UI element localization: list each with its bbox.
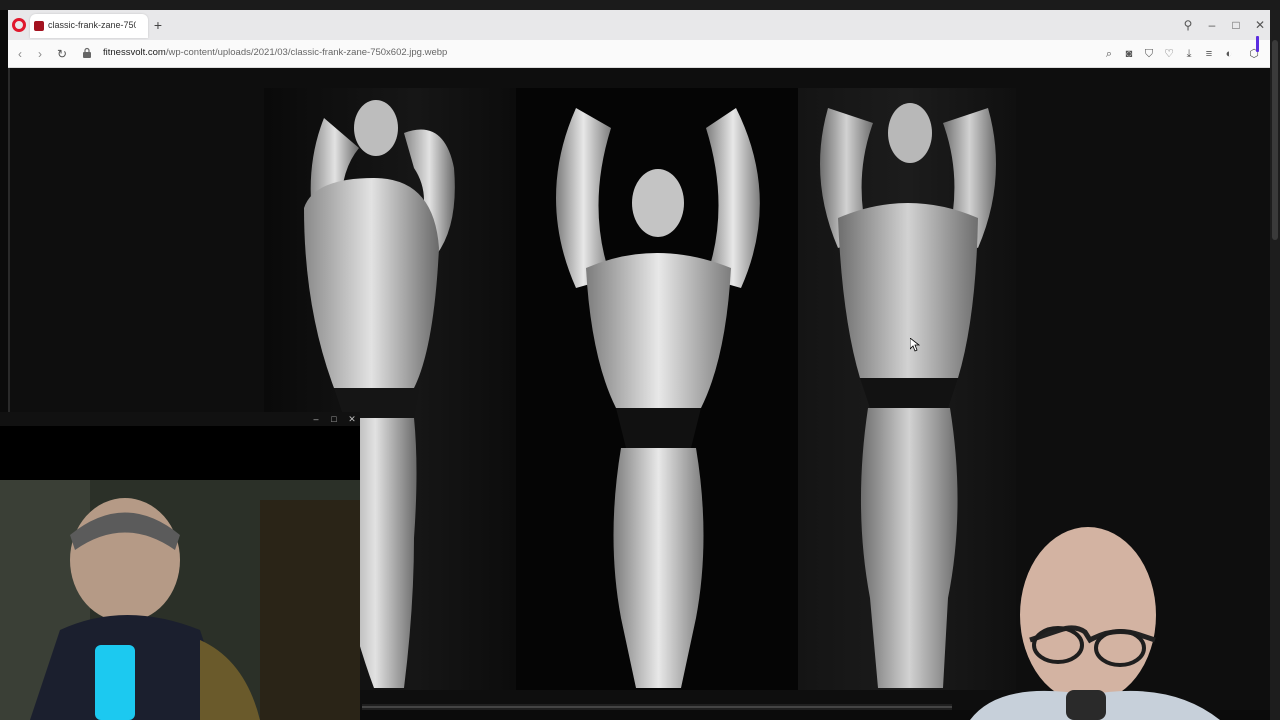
scrollbar-thumb[interactable] — [1272, 40, 1278, 240]
desktop-top-strip — [0, 0, 1280, 10]
bodybuilder-center-figure — [556, 108, 760, 688]
minimize-icon[interactable]: – — [310, 413, 322, 425]
download-icon[interactable]: ⤓ — [1181, 46, 1197, 62]
webcam-video-right — [940, 520, 1270, 720]
heart-icon[interactable]: ♡ — [1161, 46, 1177, 62]
webcam-titlebar[interactable]: – □ ✕ — [0, 412, 360, 426]
camera-icon[interactable]: ◙ — [1121, 46, 1137, 62]
close-icon[interactable]: ✕ — [1252, 17, 1268, 33]
maximize-icon[interactable]: □ — [1228, 17, 1244, 33]
webcam-window-left[interactable]: – □ ✕ — [0, 412, 360, 720]
address-bar: ‹ › ↻ fitnessvolt.com/wp-content/uploads… — [8, 40, 1270, 68]
plus-icon[interactable]: + — [150, 17, 166, 33]
url-host: fitnessvolt.com — [103, 47, 166, 58]
tab-title: classic-frank-zane-750x602.jpg.webp — [48, 20, 136, 30]
close-icon[interactable]: ✕ — [346, 413, 358, 425]
url-field[interactable]: fitnessvolt.com/wp-content/uploads/2021/… — [103, 47, 447, 58]
opera-logo-icon[interactable] — [12, 18, 26, 32]
extensions-icon[interactable]: ⬡ — [1246, 46, 1262, 62]
sidebar-accent-bar — [1256, 36, 1259, 52]
webcam-video-left — [0, 480, 360, 720]
lock-icon[interactable] — [82, 47, 92, 59]
url-path: /wp-content/uploads/2021/03/classic-fran… — [165, 47, 448, 58]
shield-icon[interactable]: ⛉ — [1141, 46, 1157, 62]
browser-window: classic-frank-zane-750x602.jpg.webp + ⚲ … — [8, 10, 1270, 68]
tab-bar: classic-frank-zane-750x602.jpg.webp + ⚲ … — [8, 10, 1270, 40]
search-icon[interactable]: ⚲ — [1180, 17, 1196, 33]
streamer-right-image — [970, 527, 1220, 720]
minimize-icon[interactable]: – — [1204, 17, 1220, 33]
back-arrow-icon[interactable]: ‹ — [12, 46, 28, 62]
reload-icon[interactable]: ↻ — [54, 46, 70, 62]
video-progress-bar[interactable] — [362, 704, 952, 710]
pose-center-panel — [516, 88, 798, 690]
menu-icon[interactable]: ≡ — [1201, 46, 1217, 62]
window-scrollbar[interactable] — [1270, 10, 1280, 720]
video-progress-fill — [362, 706, 952, 708]
mouse-cursor-icon — [910, 338, 920, 352]
tab-active[interactable]: classic-frank-zane-750x602.jpg.webp — [30, 14, 148, 38]
streamer-left-image — [0, 480, 360, 720]
forward-arrow-icon[interactable]: › — [32, 46, 48, 62]
main-image[interactable] — [264, 88, 1016, 690]
favicon-icon — [34, 21, 44, 31]
search-icon[interactable]: ⌕ — [1101, 46, 1117, 62]
maximize-icon[interactable]: □ — [328, 413, 340, 425]
profile-icon[interactable]: ◐ — [1221, 46, 1237, 62]
